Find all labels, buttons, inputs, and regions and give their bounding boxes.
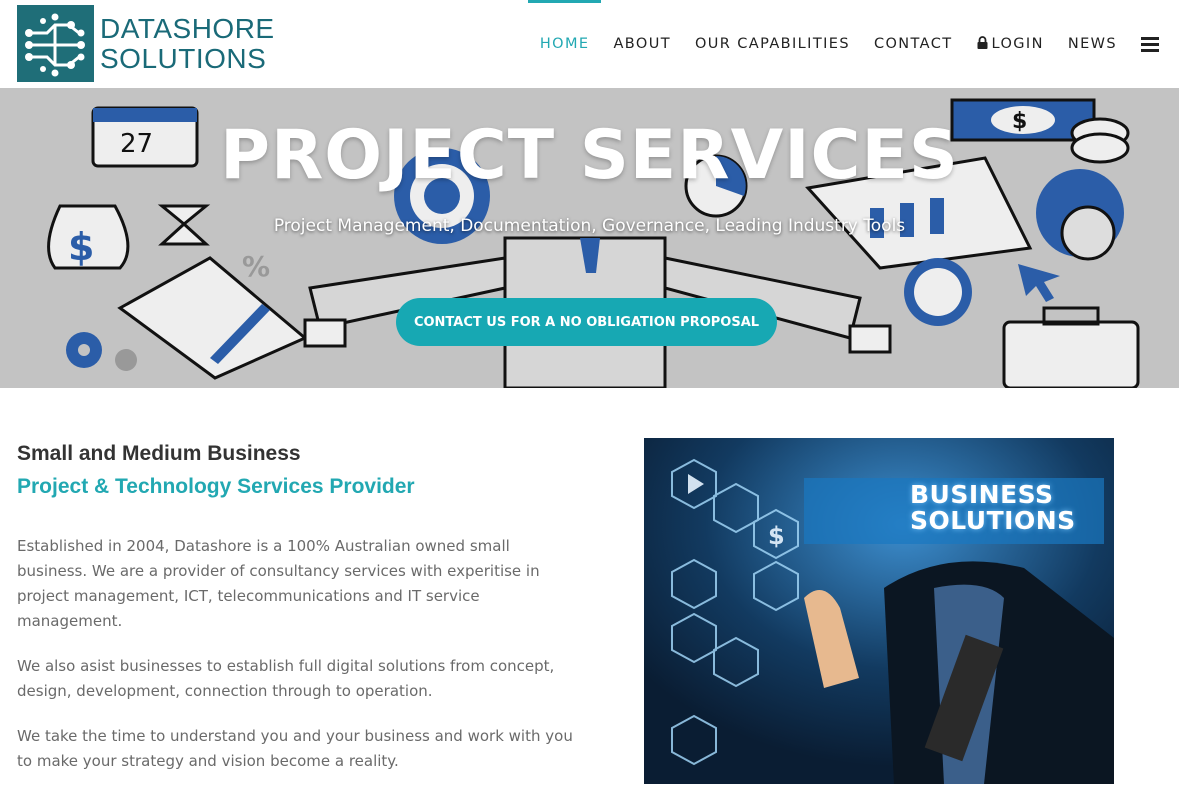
nav-login-label: LOGIN [991, 36, 1044, 52]
brand-name-line1: DATASHORE [100, 12, 275, 44]
gear-icon-small [115, 349, 137, 371]
intro-heading: Small and Medium Business [17, 442, 301, 465]
svg-text:$: $ [768, 522, 785, 550]
business-solutions-label: BUSINESS SOLUTIONS [910, 482, 1076, 534]
intro-subheading: Project & Technology Services Provider [17, 475, 415, 498]
photo-label-line1: BUSINESS [910, 480, 1054, 509]
nav-contact[interactable]: CONTACT [874, 0, 953, 88]
business-solutions-photo: $ BUSINESS SOLUTIONS [644, 438, 1114, 784]
main-nav: HOME ABOUT OUR CAPABILITIES CONTACT LOGI… [516, 0, 1159, 88]
nav-about[interactable]: ABOUT [613, 0, 671, 88]
nav-home[interactable]: HOME [527, 0, 601, 88]
nav-login[interactable]: LOGIN [977, 0, 1044, 88]
stopwatch-icon [904, 258, 972, 326]
brand-name-line2: SOLUTIONS [100, 42, 267, 74]
brand-logo[interactable]: DATASHORE SOLUTIONS [17, 5, 275, 82]
nav-our-capabilities[interactable]: OUR CAPABILITIES [695, 0, 850, 88]
lock-icon [977, 35, 988, 53]
intro-paragraph: We also asist businesses to establish fu… [17, 657, 555, 700]
hamburger-icon[interactable] [1141, 36, 1159, 52]
photo-label-line2: SOLUTIONS [910, 506, 1076, 535]
site-header: DATASHORE SOLUTIONS HOME ABOUT OUR CAPAB… [0, 0, 1179, 88]
hero-title: PROJECT SERVICES [220, 116, 959, 195]
nav-news[interactable]: NEWS [1068, 0, 1117, 88]
hero-subtitle: Project Management, Documentation, Gover… [273, 216, 906, 236]
percent-icon: % [242, 250, 270, 283]
hero-banner: 27 $ $ % PROJECT SERVICES Project Manage… [0, 88, 1179, 388]
intro-paragraph: Established in 2004, Datashore is a 100%… [17, 537, 540, 630]
contact-proposal-button[interactable]: CONTACT US FOR A NO OBLIGATION PROPOSAL [396, 298, 777, 346]
intro-paragraph: We take the time to understand you and y… [17, 727, 573, 770]
gear-icon [66, 332, 102, 368]
circuit-logo-icon [17, 5, 94, 82]
